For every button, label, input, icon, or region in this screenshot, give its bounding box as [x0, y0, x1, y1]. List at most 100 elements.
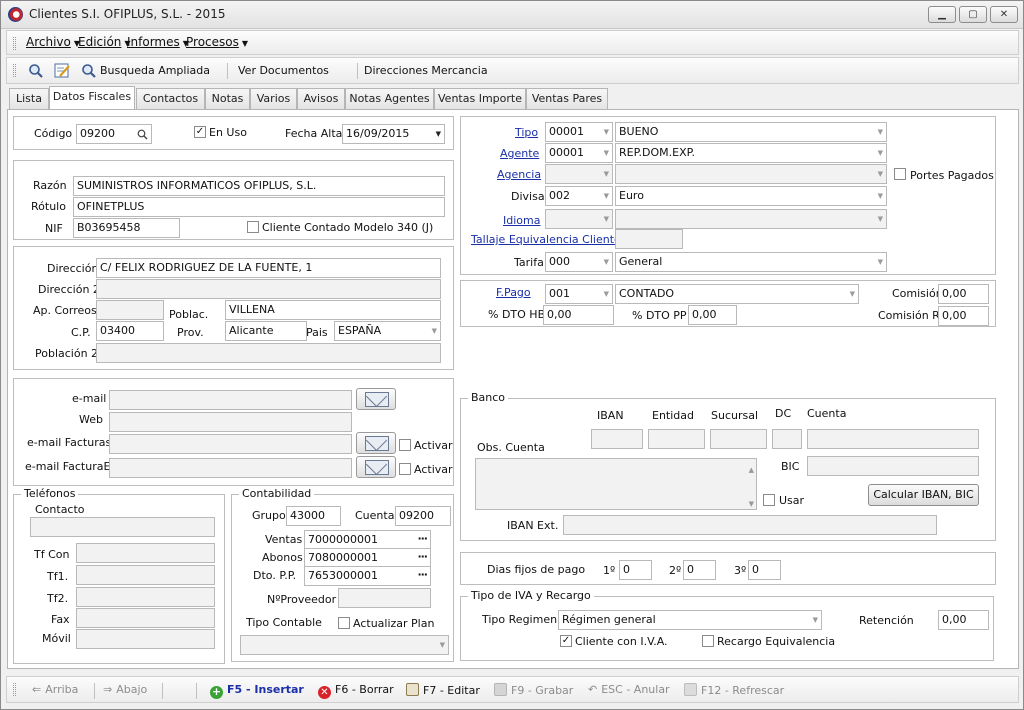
idioma-code-field[interactable]: ▼: [545, 209, 613, 229]
obs-cuenta-textarea[interactable]: ▲ ▼: [475, 458, 757, 510]
entidad-field[interactable]: [648, 429, 705, 449]
nproveedor-field[interactable]: [338, 588, 431, 608]
iban-field[interactable]: [591, 429, 643, 449]
poblacion2-field[interactable]: [96, 343, 441, 363]
idioma-name-field[interactable]: ▼: [615, 209, 887, 229]
web-field[interactable]: [109, 412, 352, 432]
tab-lista[interactable]: Lista: [9, 88, 49, 109]
busqueda-ampliada-button[interactable]: Busqueda Ampliada: [100, 64, 210, 77]
tab-avisos[interactable]: Avisos: [297, 88, 345, 109]
arriba-button[interactable]: ⇐ Arriba: [32, 683, 78, 696]
tab-varios[interactable]: Varios: [250, 88, 297, 109]
movil-field[interactable]: [76, 629, 215, 649]
tipo-contable-select[interactable]: ▼: [240, 635, 449, 655]
tallaje-link[interactable]: Tallaje Equivalencia Cliente: [471, 233, 621, 246]
retencion-field[interactable]: 0,00: [938, 610, 989, 630]
send-email-facturas-button[interactable]: [356, 432, 396, 454]
divisa-name-field[interactable]: Euro ▼: [615, 186, 887, 206]
tallaje-field[interactable]: [615, 229, 683, 249]
agente-name-field[interactable]: REP.DOM.EXP. ▼: [615, 143, 887, 163]
agente-link[interactable]: Agente: [500, 147, 539, 160]
tipo-code-field[interactable]: 00001 ▼: [545, 122, 613, 142]
menu-edicion[interactable]: Edición ▼: [78, 35, 131, 49]
codigo-field[interactable]: 09200: [76, 124, 152, 144]
tab-contactos[interactable]: Contactos: [136, 88, 205, 109]
scroll-up-icon[interactable]: ▲: [749, 461, 754, 479]
cliente-contado-checkbox[interactable]: [247, 221, 259, 233]
usar-checkbox[interactable]: [763, 494, 775, 506]
agencia-code-field[interactable]: ▼: [545, 164, 613, 184]
dia3-field[interactable]: 0: [748, 560, 781, 580]
scroll-down-icon[interactable]: ▼: [749, 495, 754, 509]
agencia-link[interactable]: Agencia: [497, 168, 541, 181]
dtopp-pay-field[interactable]: 0,00: [688, 305, 737, 325]
tab-notas-agentes[interactable]: Notas Agentes: [345, 88, 434, 109]
dia1-field[interactable]: 0: [619, 560, 652, 580]
direccion2-field[interactable]: [96, 279, 441, 299]
activar-facturas-checkbox[interactable]: [399, 439, 411, 451]
prov-field[interactable]: Alicante: [225, 321, 307, 341]
fpago-code-field[interactable]: 001 ▼: [545, 284, 613, 304]
tipo-regimen-select[interactable]: Régimen general ▼: [558, 610, 822, 630]
cuenta-banco-field[interactable]: [807, 429, 979, 449]
send-email-button[interactable]: [356, 388, 396, 410]
tab-ventas-importe[interactable]: Ventas Importe: [434, 88, 526, 109]
en-uso-checkbox[interactable]: ✓: [194, 126, 206, 138]
tab-notas[interactable]: Notas: [205, 88, 250, 109]
tarifa-code-field[interactable]: 000 ▼: [545, 252, 613, 272]
cliente-iva-checkbox[interactable]: ✓: [560, 635, 572, 647]
edit-icon[interactable]: [54, 62, 71, 79]
ver-documentos-button[interactable]: Ver Documentos: [238, 64, 329, 77]
close-button[interactable]: ✕: [990, 6, 1018, 23]
calcular-iban-bic-button[interactable]: Calcular IBAN, BIC: [868, 484, 979, 506]
cuenta-field[interactable]: 09200: [395, 506, 451, 526]
dtohb-field[interactable]: 0,00: [543, 305, 614, 325]
tarifa-name-field[interactable]: General ▼: [615, 252, 887, 272]
divisa-code-field[interactable]: 002 ▼: [545, 186, 613, 206]
menu-archivo[interactable]: Archivo ▼: [26, 35, 80, 49]
tab-datos-fiscales[interactable]: Datos Fiscales: [49, 86, 135, 109]
razon-field[interactable]: SUMINISTROS INFORMATICOS OFIPLUS, S.L.: [73, 176, 445, 196]
agencia-name-field[interactable]: ▼: [615, 164, 887, 184]
grupo-field[interactable]: 43000: [286, 506, 341, 526]
portes-pagados-checkbox[interactable]: [894, 168, 906, 180]
anular-button[interactable]: ↶ ESC - Anular: [588, 683, 670, 696]
abajo-button[interactable]: ⇒ Abajo: [103, 683, 147, 696]
direcciones-mercancia-button[interactable]: Direcciones Mercancia: [364, 64, 488, 77]
fax-field[interactable]: [76, 608, 215, 628]
insertar-button[interactable]: + F5 - Insertar: [210, 683, 304, 699]
tab-ventas-pares[interactable]: Ventas Pares: [526, 88, 608, 109]
poblac-field[interactable]: VILLENA: [225, 300, 441, 320]
fpago-link[interactable]: F.Pago: [496, 286, 531, 299]
email-field[interactable]: [109, 390, 352, 410]
ellipsis-button[interactable]: ···: [417, 549, 428, 566]
menu-procesos[interactable]: Procesos ▼: [186, 35, 248, 49]
tf1-field[interactable]: [76, 565, 215, 585]
send-email-facturae-button[interactable]: [356, 456, 396, 478]
ellipsis-button[interactable]: ···: [417, 567, 428, 584]
contacto-field[interactable]: [30, 517, 215, 537]
grabar-button[interactable]: F9 - Grabar: [494, 683, 573, 697]
tfcon-field[interactable]: [76, 543, 215, 563]
comision-field[interactable]: 0,00: [938, 284, 989, 304]
email-facturae-field[interactable]: [109, 458, 352, 478]
tipo-name-field[interactable]: BUENO ▼: [615, 122, 887, 142]
fpago-name-field[interactable]: CONTADO ▼: [615, 284, 859, 304]
dia2-field[interactable]: 0: [683, 560, 716, 580]
cp-field[interactable]: 03400: [96, 321, 164, 341]
rotulo-field[interactable]: OFINETPLUS: [73, 197, 445, 217]
dc-field[interactable]: [772, 429, 802, 449]
editar-button[interactable]: F7 - Editar: [406, 683, 480, 697]
idioma-link[interactable]: Idioma: [503, 214, 540, 227]
pais-field[interactable]: ESPAÑA ▼: [334, 321, 441, 341]
dtopp-field[interactable]: 7653000001 ···: [304, 566, 431, 586]
search-icon[interactable]: [28, 63, 44, 79]
agente-code-field[interactable]: 00001 ▼: [545, 143, 613, 163]
apcorreos-field[interactable]: [96, 300, 164, 320]
comisionr-field[interactable]: 0,00: [938, 306, 989, 326]
minimize-button[interactable]: ▁: [928, 6, 956, 23]
sucursal-field[interactable]: [710, 429, 767, 449]
iban-ext-field[interactable]: [563, 515, 937, 535]
direccion-field[interactable]: C/ FELIX RODRIGUEZ DE LA FUENTE, 1: [96, 258, 441, 278]
email-facturas-field[interactable]: [109, 434, 352, 454]
